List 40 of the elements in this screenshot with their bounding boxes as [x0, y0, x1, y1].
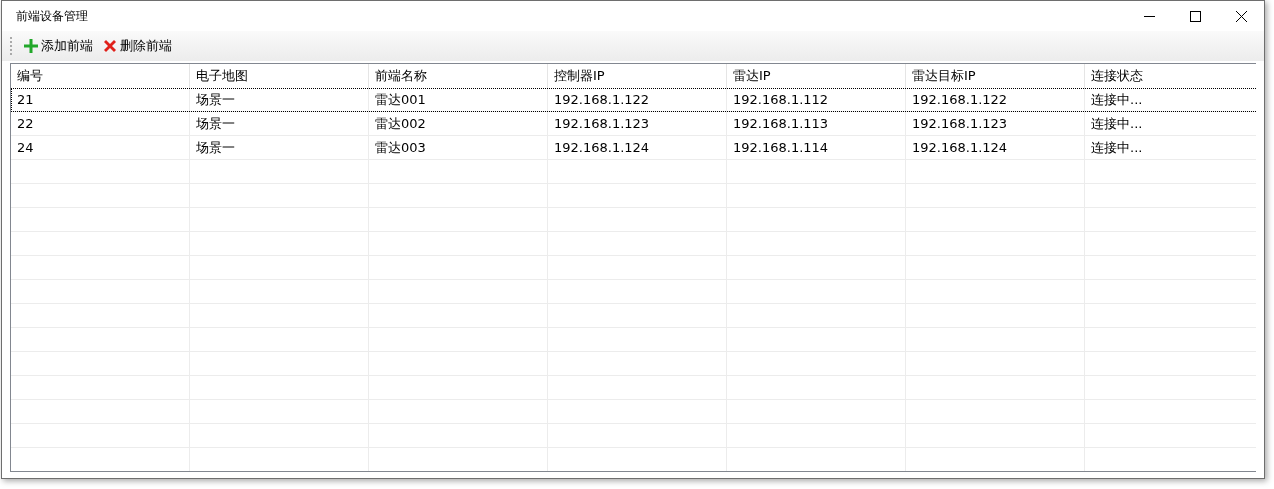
- cross-icon: [103, 39, 117, 53]
- maximize-icon[interactable]: [1189, 10, 1201, 22]
- table-cell: 192.168.1.113: [727, 112, 906, 136]
- table-cell: 192.168.1.124: [548, 136, 727, 160]
- delete-button[interactable]: 删除前端: [102, 35, 173, 57]
- table-cell: 24: [11, 136, 190, 160]
- table-cell: 连接中...: [1085, 136, 1256, 160]
- plus-icon: [24, 39, 38, 53]
- table-cell: 雷达002: [369, 112, 548, 136]
- column-header[interactable]: 雷达目标IP: [906, 64, 1085, 88]
- table-cell: 场景一: [190, 136, 369, 160]
- column-header[interactable]: 电子地图: [190, 64, 369, 88]
- minimize-icon[interactable]: [1143, 15, 1155, 17]
- table-row[interactable]: 21 场景一 雷达001 192.168.1.122 192.168.1.112 192.168.1.122 连接中...: [11, 88, 1256, 112]
- table-cell: 连接中...: [1085, 88, 1256, 112]
- toolbar-grip[interactable]: [10, 37, 15, 55]
- table-cell: 192.168.1.123: [548, 112, 727, 136]
- column-header[interactable]: 编号: [11, 64, 190, 88]
- table-cell: 22: [11, 112, 190, 136]
- table-cell: 雷达001: [369, 88, 548, 112]
- table-row[interactable]: 22 场景一 雷达002 192.168.1.123 192.168.1.113 192.168.1.123 连接中...: [11, 112, 1256, 136]
- table-cell: 连接中...: [1085, 112, 1256, 136]
- table-cell: 192.168.1.123: [906, 112, 1085, 136]
- table-cell: 21: [11, 88, 190, 112]
- column-header[interactable]: 连接状态: [1085, 64, 1256, 88]
- column-header[interactable]: 前端名称: [369, 64, 548, 88]
- table-row[interactable]: 24 场景一 雷达003 192.168.1.124 192.168.1.114 192.168.1.124 连接中...: [11, 136, 1256, 160]
- table-cell: 场景一: [190, 112, 369, 136]
- table-cell: 192.168.1.112: [727, 88, 906, 112]
- window-title: 前端设备管理: [16, 7, 89, 25]
- close-icon[interactable]: [1235, 10, 1247, 22]
- table-cell: 192.168.1.122: [906, 88, 1085, 112]
- table-cell: 192.168.1.122: [548, 88, 727, 112]
- table-cell: 192.168.1.124: [906, 136, 1085, 160]
- table-cell: 场景一: [190, 88, 369, 112]
- column-header[interactable]: 雷达IP: [727, 64, 906, 88]
- column-header[interactable]: 控制器IP: [548, 64, 727, 88]
- table-cell: 192.168.1.114: [727, 136, 906, 160]
- table-cell: 雷达003: [369, 136, 548, 160]
- add-button[interactable]: 添加前端: [23, 35, 94, 57]
